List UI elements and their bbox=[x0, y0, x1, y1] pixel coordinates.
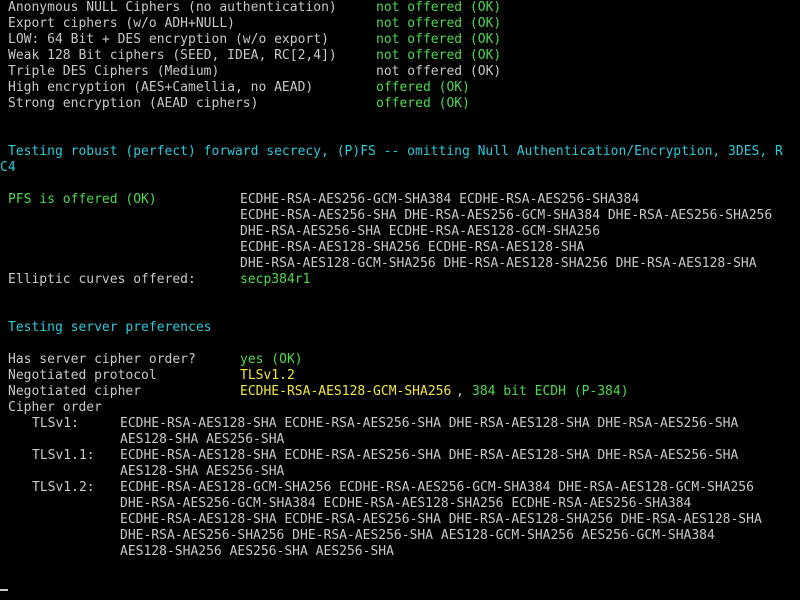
cipher-order-row: AES128-SHA AES256-SHA bbox=[0, 432, 800, 448]
cipher-order-row: ECDHE-RSA-AES128-SHA ECDHE-RSA-AES256-SH… bbox=[0, 512, 800, 528]
curves-label: Elliptic curves offered: bbox=[8, 272, 196, 287]
protocol-value: TLSv1.2 bbox=[240, 368, 295, 383]
cipher-order-line: ECDHE-RSA-AES128-SHA ECDHE-RSA-AES256-SH… bbox=[120, 416, 739, 431]
section-heading-preferences: Testing server preferences bbox=[0, 320, 800, 336]
cipher-order-row: DHE-RSA-AES256-GCM-SHA384 ECDHE-RSA-AES1… bbox=[0, 496, 800, 512]
cipher-order-line: AES128-SHA256 AES256-SHA AES256-SHA bbox=[120, 544, 394, 559]
terminal-window[interactable]: Anonymous NULL Ciphers (no authenticatio… bbox=[0, 0, 800, 600]
negotiated-cipher-separator: , bbox=[456, 384, 472, 399]
cipher-category-status: offered (OK) bbox=[376, 80, 470, 95]
cipher-order-row: TLSv1: ECDHE-RSA-AES128-SHA ECDHE-RSA-AE… bbox=[0, 416, 800, 432]
tls-version-label: TLSv1: bbox=[32, 416, 79, 431]
cipher-category-label: High encryption (AES+Camellia, no AEAD) bbox=[8, 80, 314, 95]
pfs-cipher-line: DHE-RSA-AES256-SHA ECDHE-RSA-AES128-GCM-… bbox=[240, 224, 601, 239]
pfs-row: ECDHE-RSA-AES128-SHA256 ECDHE-RSA-AES128… bbox=[0, 240, 800, 256]
cipher-order-label: Has server cipher order? bbox=[8, 352, 196, 367]
cipher-order-value: yes (OK) bbox=[240, 352, 303, 367]
cipher-category-row: LOW: 64 Bit + DES encryption (w/o export… bbox=[0, 32, 800, 48]
pfs-row: ECDHE-RSA-AES256-SHA DHE-RSA-AES256-GCM-… bbox=[0, 208, 800, 224]
cipher-category-row: Weak 128 Bit ciphers (SEED, IDEA, RC[2,4… bbox=[0, 48, 800, 64]
cipher-order-row: TLSv1.1: ECDHE-RSA-AES128-SHA ECDHE-RSA-… bbox=[0, 448, 800, 464]
terminal-cursor bbox=[0, 589, 8, 591]
pfs-row: DHE-RSA-AES256-SHA ECDHE-RSA-AES128-GCM-… bbox=[0, 224, 800, 240]
cipher-category-row: High encryption (AES+Camellia, no AEAD) … bbox=[0, 80, 800, 96]
negotiated-cipher-value: ECDHE-RSA-AES128-GCM-SHA256 bbox=[240, 384, 452, 399]
pref-row: Cipher order bbox=[0, 400, 800, 416]
cipher-order-row: DHE-RSA-AES256-SHA256 DHE-RSA-AES256-SHA… bbox=[0, 528, 800, 544]
cipher-order-line: AES128-SHA AES256-SHA bbox=[120, 432, 285, 447]
cipher-category-row: Anonymous NULL Ciphers (no authenticatio… bbox=[0, 0, 800, 16]
section-heading-pfs-wrap: C4 bbox=[0, 160, 800, 176]
section-heading-text: C4 bbox=[0, 160, 16, 175]
pref-row: Has server cipher order? yes (OK) bbox=[0, 352, 800, 368]
section-heading-text: Testing server preferences bbox=[8, 320, 212, 335]
pfs-cipher-line: ECDHE-RSA-AES256-GCM-SHA384 ECDHE-RSA-AE… bbox=[240, 192, 640, 207]
negotiated-cipher-ecdh: 384 bit ECDH (P-384) bbox=[472, 384, 629, 399]
negotiated-cipher-label: Negotiated cipher bbox=[8, 384, 142, 399]
cipher-order-heading: Cipher order bbox=[8, 400, 102, 415]
cipher-category-status: offered (OK) bbox=[376, 96, 470, 111]
cipher-category-row: Triple DES Ciphers (Medium) not offered … bbox=[0, 64, 800, 80]
cipher-category-label: Triple DES Ciphers (Medium) bbox=[8, 64, 220, 79]
cipher-category-label: Export ciphers (w/o ADH+NULL) bbox=[8, 16, 235, 31]
section-heading-pfs: Testing robust (perfect) forward secrecy… bbox=[0, 144, 800, 160]
tls-version-label: TLSv1.2: bbox=[32, 480, 95, 495]
cipher-order-line: DHE-RSA-AES256-GCM-SHA384 ECDHE-RSA-AES1… bbox=[120, 496, 692, 511]
pfs-row: PFS is offered (OK) ECDHE-RSA-AES256-GCM… bbox=[0, 192, 800, 208]
tls-version-label: TLSv1.1: bbox=[32, 448, 95, 463]
protocol-label: Negotiated protocol bbox=[8, 368, 157, 383]
curves-value: secp384r1 bbox=[240, 272, 311, 287]
cipher-category-label: Strong encryption (AEAD ciphers) bbox=[8, 96, 259, 111]
curves-row: Elliptic curves offered: secp384r1 bbox=[0, 272, 800, 288]
cipher-order-row: TLSv1.2: ECDHE-RSA-AES128-GCM-SHA256 ECD… bbox=[0, 480, 800, 496]
cipher-category-label: LOW: 64 Bit + DES encryption (w/o export… bbox=[8, 32, 329, 47]
cipher-order-row: AES128-SHA256 AES256-SHA AES256-SHA bbox=[0, 544, 800, 560]
cipher-order-line: ECDHE-RSA-AES128-SHA ECDHE-RSA-AES256-SH… bbox=[120, 512, 762, 527]
cipher-order-line: DHE-RSA-AES256-SHA256 DHE-RSA-AES256-SHA… bbox=[120, 528, 715, 543]
pfs-cipher-line: ECDHE-RSA-AES128-SHA256 ECDHE-RSA-AES128… bbox=[240, 240, 585, 255]
cipher-category-status: not offered (OK) bbox=[376, 16, 502, 31]
pfs-cipher-line: DHE-RSA-AES128-GCM-SHA256 DHE-RSA-AES128… bbox=[240, 256, 757, 271]
section-heading-text: Testing robust (perfect) forward secrecy… bbox=[8, 144, 783, 159]
pref-row: Negotiated protocol TLSv1.2 bbox=[0, 368, 800, 384]
cipher-category-status: not offered (OK) bbox=[376, 32, 502, 47]
cipher-category-label: Weak 128 Bit ciphers (SEED, IDEA, RC[2,4… bbox=[8, 48, 337, 63]
cipher-order-row: AES128-SHA AES256-SHA bbox=[0, 464, 800, 480]
pfs-label: PFS is offered (OK) bbox=[8, 192, 157, 207]
cipher-category-label: Anonymous NULL Ciphers (no authenticatio… bbox=[8, 0, 337, 15]
cipher-order-line: AES128-SHA AES256-SHA bbox=[120, 464, 285, 479]
pfs-cipher-line: ECDHE-RSA-AES256-SHA DHE-RSA-AES256-GCM-… bbox=[240, 208, 773, 223]
cipher-category-status: not offered (OK) bbox=[376, 48, 502, 63]
cipher-category-status: not offered (OK) bbox=[376, 64, 502, 79]
cipher-category-status: not offered (OK) bbox=[376, 0, 502, 15]
cipher-order-line: ECDHE-RSA-AES128-SHA ECDHE-RSA-AES256-SH… bbox=[120, 448, 739, 463]
cipher-category-row: Strong encryption (AEAD ciphers) offered… bbox=[0, 96, 800, 112]
pfs-row: DHE-RSA-AES128-GCM-SHA256 DHE-RSA-AES128… bbox=[0, 256, 800, 272]
cipher-order-line: ECDHE-RSA-AES128-GCM-SHA256 ECDHE-RSA-AE… bbox=[120, 480, 754, 495]
pref-row: Negotiated cipher ECDHE-RSA-AES128-GCM-S… bbox=[0, 384, 800, 400]
cipher-category-row: Export ciphers (w/o ADH+NULL) not offere… bbox=[0, 16, 800, 32]
